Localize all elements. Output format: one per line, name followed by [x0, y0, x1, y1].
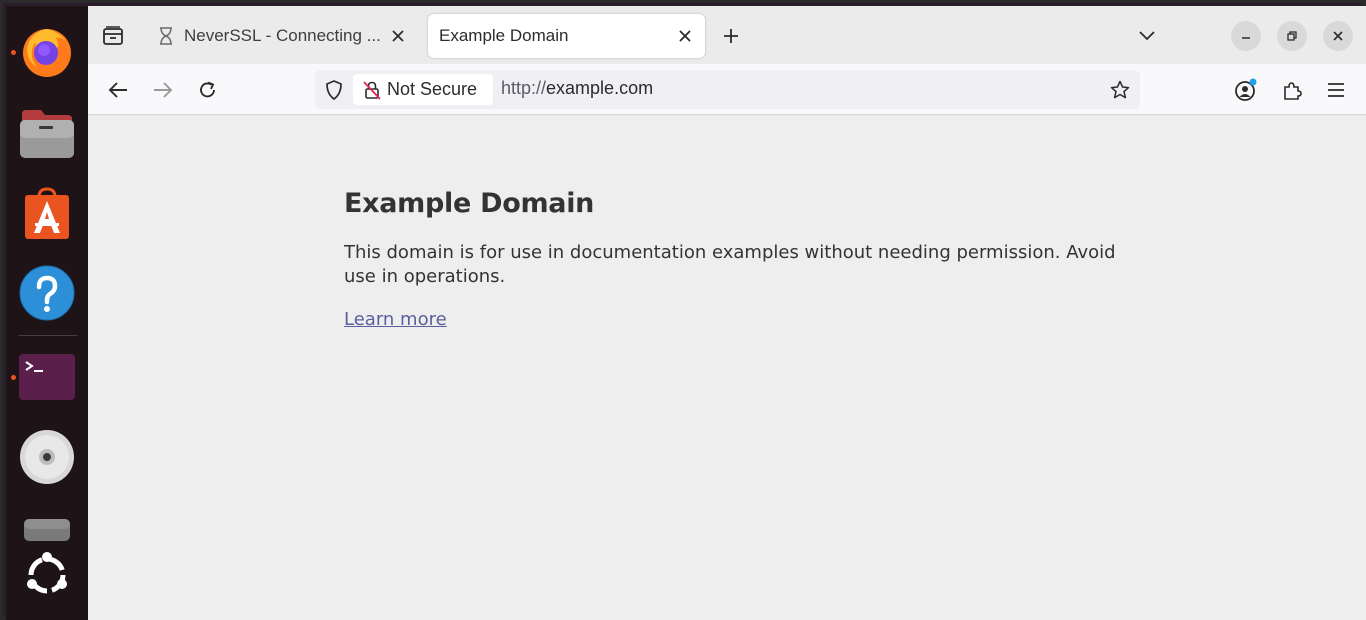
- optical-disc-icon[interactable]: [19, 429, 75, 485]
- page-paragraph: This domain is for use in documentation …: [344, 242, 1116, 287]
- help-icon[interactable]: [19, 265, 75, 321]
- url-host: example.com: [546, 78, 654, 98]
- restore-button[interactable]: [1277, 21, 1307, 51]
- terminal-icon[interactable]: [19, 349, 75, 405]
- screen-frame: NeverSSL - Connecting ... Example Domain: [0, 0, 1366, 620]
- tab-title: NeverSSL - Connecting ...: [184, 26, 381, 45]
- new-tab-icon[interactable]: [718, 23, 744, 49]
- close-window-button[interactable]: [1323, 21, 1353, 51]
- extensions-puzzle-icon[interactable]: [1278, 76, 1306, 104]
- tab-example-domain[interactable]: Example Domain: [428, 14, 705, 58]
- page-title: Example Domain: [344, 188, 595, 219]
- files-icon[interactable]: [19, 106, 75, 162]
- forward-arrow-icon[interactable]: [149, 76, 177, 104]
- account-icon[interactable]: [1232, 76, 1260, 104]
- menu-hamburger-icon[interactable]: [1322, 76, 1350, 104]
- close-tab-icon[interactable]: [675, 26, 695, 46]
- url-text[interactable]: http://example.com: [501, 78, 653, 99]
- firefox-view-icon[interactable]: [98, 21, 128, 51]
- tab-title: Example Domain: [439, 26, 569, 45]
- firefox-icon[interactable]: [19, 23, 75, 79]
- close-tab-icon[interactable]: [388, 26, 408, 46]
- url-bar[interactable]: Not Secure http://example.com: [315, 70, 1140, 109]
- app-center-icon[interactable]: [19, 186, 75, 242]
- tab-bar: NeverSSL - Connecting ... Example Domain: [88, 6, 1366, 64]
- bookmark-star-icon[interactable]: [1108, 78, 1132, 102]
- dock: [6, 6, 88, 620]
- site-identity-button[interactable]: Not Secure: [353, 74, 493, 105]
- back-arrow-icon[interactable]: [104, 76, 132, 104]
- reload-icon[interactable]: [194, 76, 222, 104]
- list-all-tabs-icon[interactable]: [1134, 23, 1160, 49]
- broken-lock-icon: [362, 80, 382, 100]
- dock-separator: [19, 335, 77, 336]
- tracking-protection-shield-icon[interactable]: [323, 79, 345, 101]
- not-secure-label: Not Secure: [387, 79, 478, 99]
- page-body: Example Domain This domain is for use in…: [344, 188, 1144, 330]
- minimize-button[interactable]: [1231, 21, 1261, 51]
- running-indicator: [11, 375, 16, 380]
- ubuntu-logo-icon[interactable]: [19, 547, 75, 603]
- learn-more-link[interactable]: Learn more: [344, 309, 447, 330]
- browser-window: NeverSSL - Connecting ... Example Domain: [88, 6, 1366, 620]
- page-content: Example Domain This domain is for use in…: [88, 116, 1366, 620]
- url-scheme: http://: [501, 78, 547, 98]
- hourglass-icon: [158, 27, 178, 45]
- running-indicator: [11, 50, 16, 55]
- navigation-toolbar: Not Secure http://example.com: [88, 64, 1366, 115]
- tab-neverssl[interactable]: NeverSSL - Connecting ...: [146, 14, 418, 58]
